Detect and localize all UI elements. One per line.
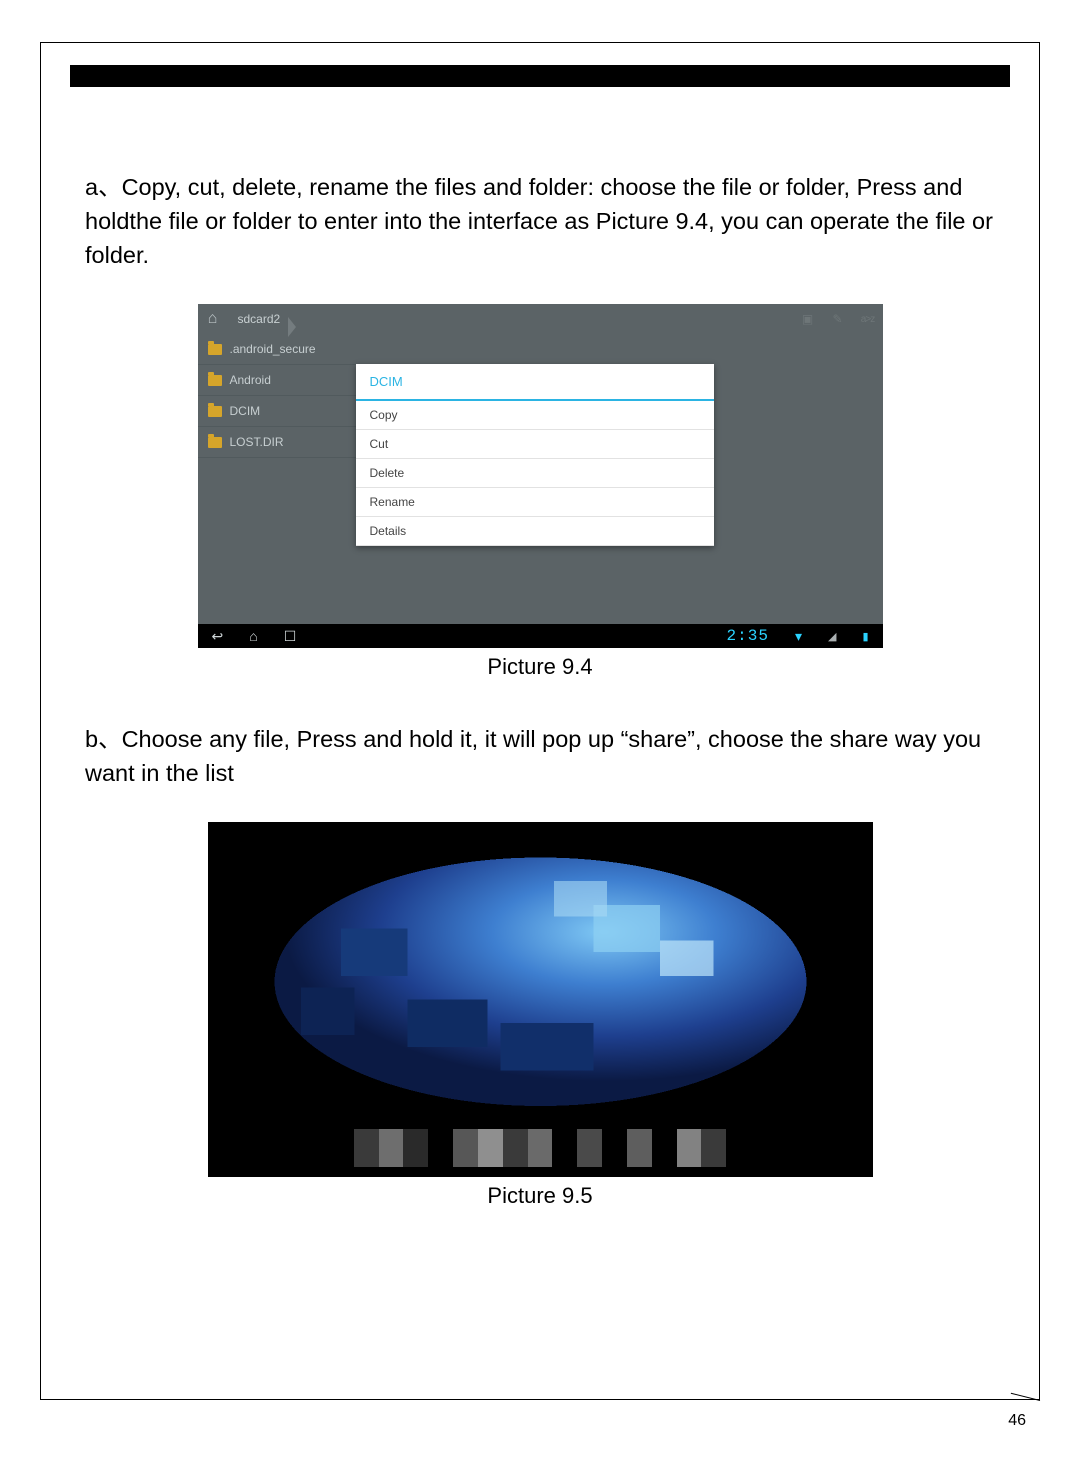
menu-item-rename[interactable]: Rename (356, 488, 714, 517)
context-menu-title: DCIM (356, 364, 714, 401)
menu-item-cut[interactable]: Cut (356, 430, 714, 459)
file-list: .android_secure Android DCIM LOST.DIR (198, 334, 368, 458)
menu-item-details[interactable]: Details (356, 517, 714, 546)
battery-icon: ▮ (862, 630, 868, 643)
list-item[interactable]: LOST.DIR (198, 427, 368, 458)
folder-icon (208, 406, 222, 417)
paragraph-a: a、Copy, cut, delete, rename the files an… (85, 170, 995, 272)
page-top-band (70, 65, 1010, 87)
new-folder-icon[interactable]: ▣ (793, 312, 823, 326)
sort-icon[interactable]: a>z (853, 314, 883, 325)
folder-icon (208, 375, 222, 386)
signal-icon: ◢ (828, 630, 836, 643)
list-item[interactable]: DCIM (198, 396, 368, 427)
page-number: 46 (1008, 1412, 1026, 1430)
paragraph-b: b、Choose any file, Press and hold it, it… (85, 722, 995, 790)
folder-icon (208, 344, 222, 355)
list-item[interactable]: Android (198, 365, 368, 396)
android-navbar: ↩ ⌂ ☐ 2:35 ▾ ◢ ▮ (198, 624, 883, 648)
list-item[interactable]: .android_secure (198, 334, 368, 365)
edit-icon[interactable]: ✎ (823, 312, 853, 326)
caption-9-4: Picture 9.4 (85, 654, 995, 680)
wifi-icon: ▾ (795, 628, 802, 645)
menu-item-copy[interactable]: Copy (356, 401, 714, 430)
menu-item-delete[interactable]: Delete (356, 459, 714, 488)
screenshot-9-4: ⌂ sdcard2 ▣ ✎ a>z .android_secure Androi… (198, 304, 883, 648)
home-icon[interactable]: ⌂ (198, 310, 228, 328)
folder-icon (208, 437, 222, 448)
home-nav-icon[interactable]: ⌂ (249, 628, 257, 644)
breadcrumb-sdcard2[interactable]: sdcard2 (228, 312, 291, 326)
pixelated-caption-strip (354, 1129, 726, 1167)
status-time: 2:35 (727, 627, 769, 645)
context-menu: DCIM Copy Cut Delete Rename Details (356, 364, 714, 546)
back-icon[interactable]: ↩ (212, 628, 224, 645)
caption-9-5: Picture 9.5 (85, 1183, 995, 1209)
screenshot-9-5 (208, 822, 873, 1177)
file-manager-topbar: ⌂ sdcard2 ▣ ✎ a>z (198, 304, 883, 334)
recent-icon[interactable]: ☐ (284, 628, 297, 645)
